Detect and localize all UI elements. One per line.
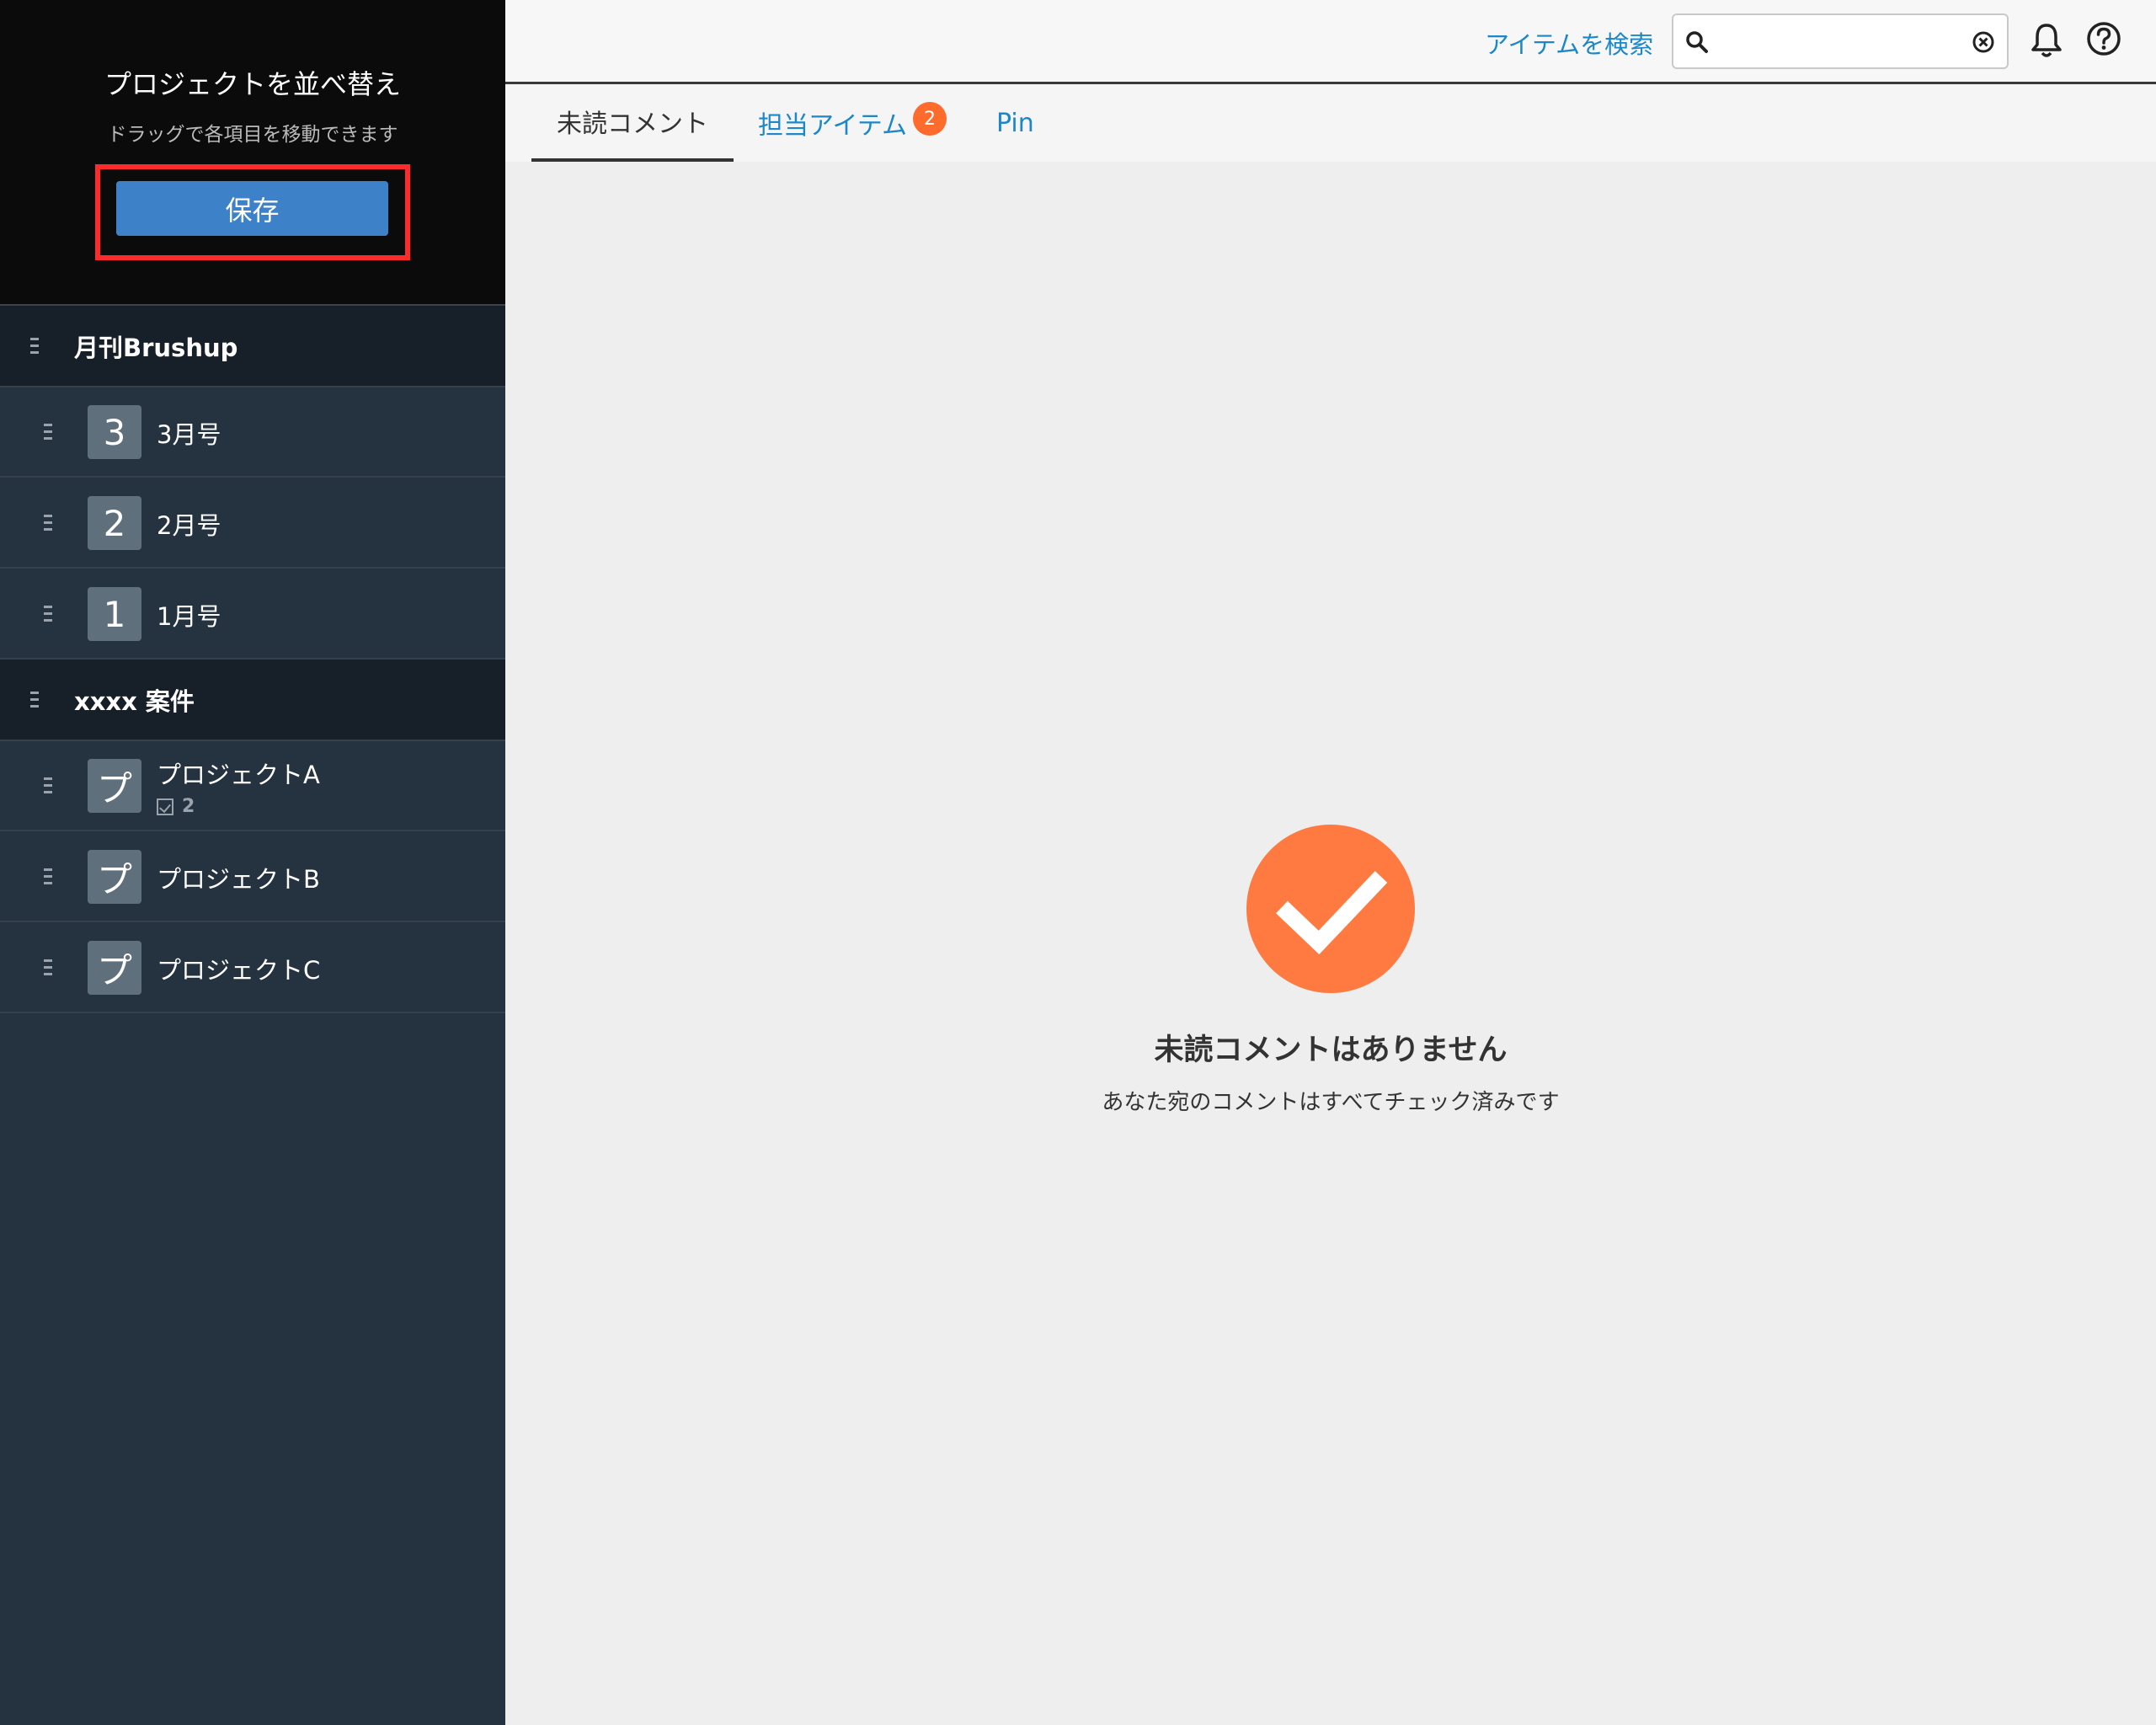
project-label: 2月号 <box>157 511 221 540</box>
group-label: xxxx 案件 <box>74 686 195 716</box>
tab-pin[interactable]: Pin <box>996 84 1034 162</box>
task-count: 2 <box>157 796 195 817</box>
group-label: 月刊Brushup <box>74 333 238 362</box>
project-icon: プ <box>88 759 141 813</box>
project-group[interactable]: xxxx 案件 <box>0 660 505 741</box>
task-count-value: 2 <box>182 796 195 817</box>
top-bar: アイテムを検索 <box>505 0 2156 84</box>
drag-handle-icon[interactable] <box>44 424 52 441</box>
project-icon: 1 <box>88 587 141 641</box>
empty-state-subtitle: あなた宛のコメントはすべてチェック済みです <box>1102 1090 1560 1115</box>
item-search-link[interactable]: アイテムを検索 <box>1485 25 1653 61</box>
project-item[interactable]: プ プロジェクトA 2 <box>0 740 505 831</box>
project-label: 1月号 <box>157 602 221 631</box>
project-icon: プ <box>88 850 141 904</box>
drag-handle-icon[interactable] <box>30 338 39 355</box>
search-box[interactable] <box>1672 13 2009 69</box>
drag-handle-icon[interactable] <box>44 959 52 976</box>
tab-bar: 未読コメント 担当アイテム 2 Pin <box>505 84 2156 162</box>
drag-handle-icon[interactable] <box>44 868 52 885</box>
project-item[interactable]: プ プロジェクトB <box>0 831 505 922</box>
help-icon[interactable] <box>2085 20 2122 57</box>
drag-handle-icon[interactable] <box>44 515 52 531</box>
drag-handle-icon[interactable] <box>30 692 39 708</box>
reorder-title: プロジェクトを並べ替え <box>104 68 401 100</box>
empty-state-title: 未読コメントはありません <box>1154 1033 1508 1067</box>
tab-assigned-items[interactable]: 担当アイテム <box>758 84 907 162</box>
project-icon: 2 <box>88 496 141 550</box>
checkmark-icon <box>1276 871 1388 955</box>
project-item[interactable]: 2 2月号 <box>0 478 505 569</box>
project-label: プロジェクトA <box>157 761 320 789</box>
drag-handle-icon[interactable] <box>44 606 52 622</box>
clear-icon[interactable] <box>1972 30 1995 54</box>
tab-label: 未読コメント <box>557 109 708 139</box>
project-item[interactable]: 3 3月号 <box>0 387 505 478</box>
reorder-hint: ドラッグで各項目を移動できます <box>107 124 398 146</box>
reorder-panel: プロジェクトを並べ替え ドラッグで各項目を移動できます 保存 <box>0 0 505 306</box>
save-button[interactable]: 保存 <box>116 181 388 236</box>
project-icon: 3 <box>88 405 141 459</box>
project-item[interactable]: プ プロジェクトC <box>0 922 505 1013</box>
project-item[interactable]: 1 1月号 <box>0 569 505 660</box>
checkbox-icon <box>157 798 173 815</box>
tab-label: Pin <box>996 108 1034 138</box>
assigned-count-badge: 2 <box>913 102 947 136</box>
tab-unread-comments[interactable]: 未読コメント <box>531 84 734 162</box>
tab-label: 担当アイテム <box>758 111 907 141</box>
search-icon <box>1686 31 1708 53</box>
search-input[interactable] <box>1724 22 1963 62</box>
project-icon: プ <box>88 941 141 995</box>
project-label: 3月号 <box>157 420 221 449</box>
project-label: プロジェクトC <box>157 956 321 985</box>
drag-handle-icon[interactable] <box>44 777 52 794</box>
bell-icon[interactable] <box>2030 22 2063 59</box>
project-group[interactable]: 月刊Brushup <box>0 306 505 387</box>
check-circle-icon <box>1246 825 1415 993</box>
project-label: プロジェクトB <box>157 865 320 894</box>
sidebar: プロジェクトを並べ替え ドラッグで各項目を移動できます 保存 月刊Brushup… <box>0 0 505 1725</box>
